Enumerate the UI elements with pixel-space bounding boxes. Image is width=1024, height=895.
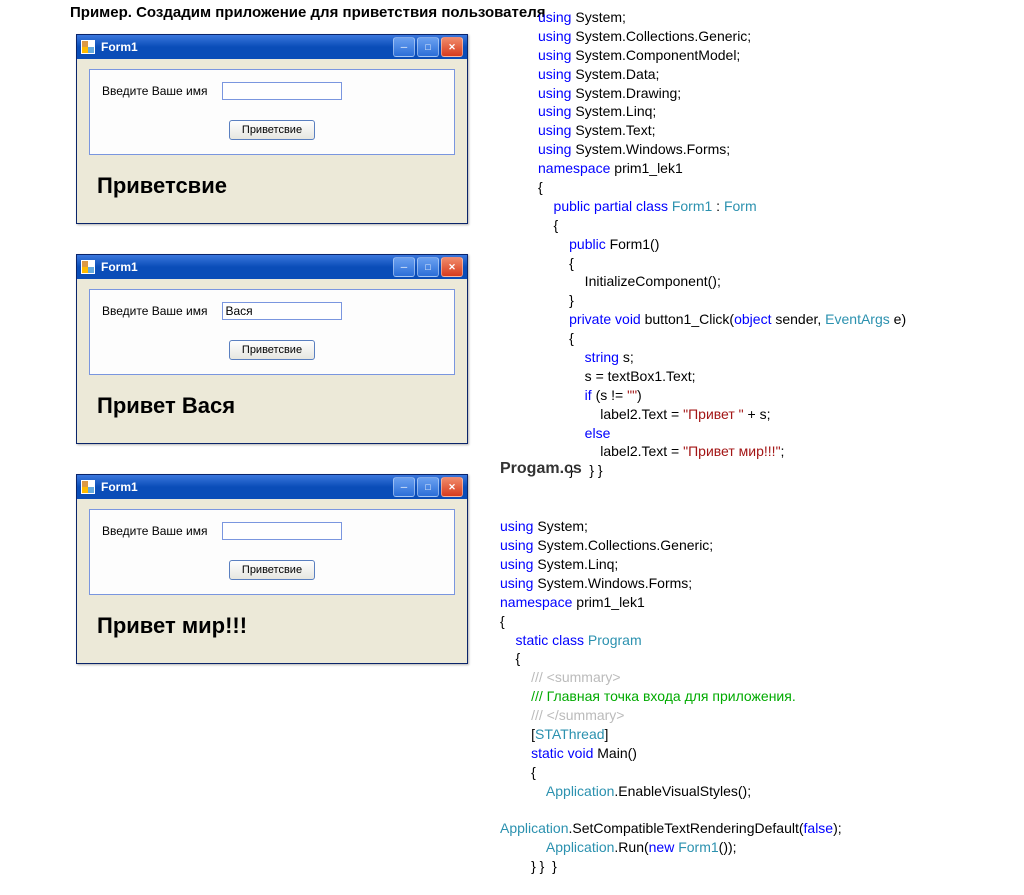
- name-input[interactable]: [222, 82, 342, 100]
- form-window-1: Form1 ─ □ ✕ Введите Ваше имя Приветсвие …: [76, 34, 468, 224]
- result-label: Привет мир!!!: [89, 605, 455, 649]
- name-label: Введите Ваше имя: [102, 524, 208, 538]
- minimize-icon[interactable]: ─: [393, 257, 415, 277]
- maximize-icon[interactable]: □: [417, 257, 439, 277]
- program-code-body: using System; using System.Collections.G…: [500, 517, 1010, 876]
- app-icon: [81, 40, 95, 54]
- titlebar[interactable]: Form1 ─ □ ✕: [77, 475, 467, 499]
- name-input[interactable]: [222, 302, 342, 320]
- window-title: Form1: [101, 260, 393, 274]
- name-input[interactable]: [222, 522, 342, 540]
- titlebar[interactable]: Form1 ─ □ ✕: [77, 35, 467, 59]
- panel: Введите Ваше имя Приветсвие: [89, 69, 455, 155]
- name-label: Введите Ваше имя: [102, 304, 208, 318]
- form-window-2: Form1 ─ □ ✕ Введите Ваше имя Приветсвие …: [76, 254, 468, 444]
- result-label: Приветсвие: [89, 165, 455, 209]
- greet-button[interactable]: Приветсвие: [229, 120, 315, 140]
- slide-title: Пример. Создадим приложение для приветст…: [70, 4, 546, 21]
- form1-code: using System; using System.Collections.G…: [538, 8, 1008, 480]
- close-icon[interactable]: ✕: [441, 257, 463, 277]
- program-filename: Progam.cs: [500, 458, 1010, 480]
- form-window-3: Form1 ─ □ ✕ Введите Ваше имя Приветсвие …: [76, 474, 468, 664]
- maximize-icon[interactable]: □: [417, 37, 439, 57]
- client-area: Введите Ваше имя Приветсвие Привет Вася: [77, 279, 467, 443]
- titlebar[interactable]: Form1 ─ □ ✕: [77, 255, 467, 279]
- minimize-icon[interactable]: ─: [393, 37, 415, 57]
- client-area: Введите Ваше имя Приветсвие Привет мир!!…: [77, 499, 467, 663]
- maximize-icon[interactable]: □: [417, 477, 439, 497]
- greet-button[interactable]: Приветсвие: [229, 560, 315, 580]
- name-label: Введите Ваше имя: [102, 84, 208, 98]
- panel: Введите Ваше имя Приветсвие: [89, 509, 455, 595]
- close-icon[interactable]: ✕: [441, 477, 463, 497]
- window-title: Form1: [101, 40, 393, 54]
- close-icon[interactable]: ✕: [441, 37, 463, 57]
- app-icon: [81, 260, 95, 274]
- app-icon: [81, 480, 95, 494]
- panel: Введите Ваше имя Приветсвие: [89, 289, 455, 375]
- greet-button[interactable]: Приветсвие: [229, 340, 315, 360]
- program-code: Progam.cs using System; using System.Col…: [500, 420, 1010, 895]
- minimize-icon[interactable]: ─: [393, 477, 415, 497]
- client-area: Введите Ваше имя Приветсвие Приветсвие: [77, 59, 467, 223]
- forms-column: Form1 ─ □ ✕ Введите Ваше имя Приветсвие …: [76, 34, 476, 694]
- window-title: Form1: [101, 480, 393, 494]
- result-label: Привет Вася: [89, 385, 455, 429]
